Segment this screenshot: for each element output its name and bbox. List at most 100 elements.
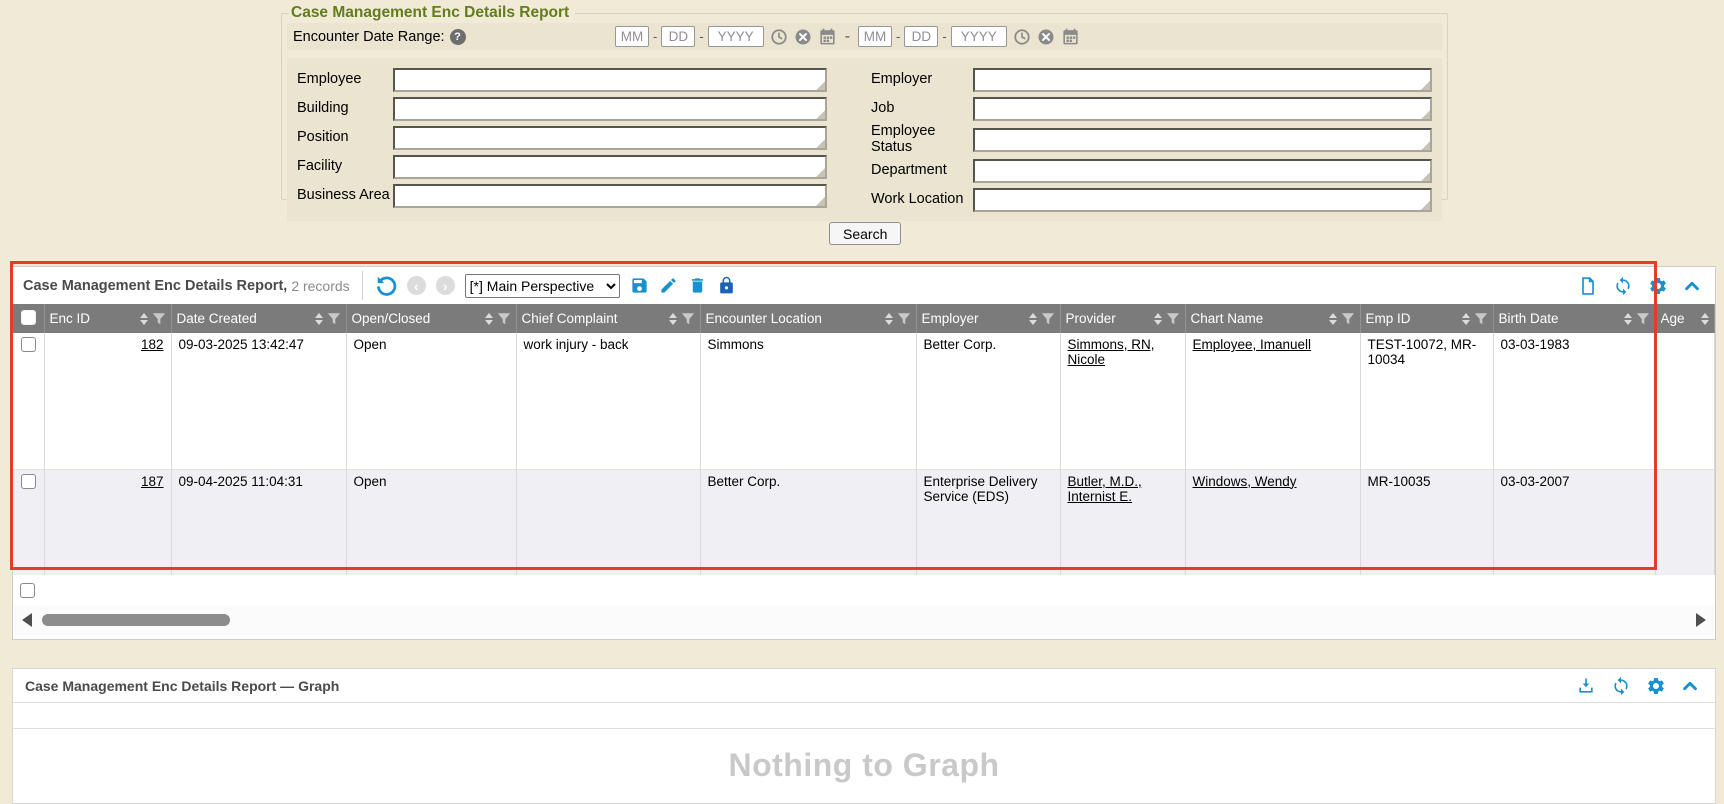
horizontal-scrollbar[interactable]: [13, 605, 1715, 635]
column-header-provider[interactable]: Provider: [1060, 304, 1185, 333]
time-picker-icon[interactable]: [770, 28, 788, 46]
provider-link[interactable]: Simmons, RN, Nicole: [1068, 337, 1155, 367]
sort-icon[interactable]: [885, 313, 893, 325]
employer-cell: Better Corp.: [916, 333, 1060, 469]
next-record-icon[interactable]: ›: [436, 276, 455, 295]
encounter-location-cell: Simmons: [700, 333, 916, 469]
prev-record-icon[interactable]: ‹: [407, 276, 426, 295]
column-header-enc-id[interactable]: Enc ID: [44, 304, 171, 333]
perspective-select[interactable]: [*] Main Perspective: [465, 274, 620, 298]
column-header-chart-name[interactable]: Chart Name: [1185, 304, 1360, 333]
date-from-year-input[interactable]: [708, 26, 764, 47]
edit-perspective-icon[interactable]: [659, 276, 678, 295]
department-field[interactable]: [975, 161, 1430, 181]
employee-status-field[interactable]: [975, 130, 1430, 150]
filter-funnel-icon[interactable]: [1166, 312, 1180, 325]
building-field[interactable]: [395, 99, 825, 119]
collapse-panel-icon[interactable]: [1683, 277, 1701, 295]
export-report-icon[interactable]: [1578, 276, 1598, 296]
row-checkbox[interactable]: [21, 474, 36, 489]
job-label: Job: [871, 101, 973, 117]
sort-icon[interactable]: [1462, 313, 1470, 325]
time-picker-icon[interactable]: [1013, 28, 1031, 46]
filter-funnel-icon[interactable]: [152, 312, 166, 325]
employer-field[interactable]: [975, 70, 1430, 90]
column-header-encounter-location[interactable]: Encounter Location: [700, 304, 916, 333]
column-header-emp-id[interactable]: Emp ID: [1360, 304, 1493, 333]
results-panel-header: Case Management Enc Details Report, 2 re…: [13, 267, 1715, 304]
filter-funnel-icon[interactable]: [681, 312, 695, 325]
sort-icon[interactable]: [1624, 313, 1632, 325]
date-from-day-input[interactable]: [661, 26, 695, 47]
sort-icon[interactable]: [1029, 313, 1037, 325]
department-label: Department: [871, 163, 973, 179]
employee-field-box: [393, 68, 827, 92]
lock-icon[interactable]: [717, 276, 736, 295]
sort-icon[interactable]: [669, 313, 677, 325]
business-area-field[interactable]: [395, 186, 825, 206]
sort-icon[interactable]: [315, 313, 323, 325]
clear-date-icon[interactable]: [1037, 28, 1055, 46]
date-to-year-input[interactable]: [951, 26, 1007, 47]
date-from-month-input[interactable]: [615, 26, 649, 47]
graph-settings-gear-icon[interactable]: [1646, 676, 1666, 696]
column-header-chief-complaint[interactable]: Chief Complaint: [516, 304, 700, 333]
employee-field[interactable]: [395, 70, 825, 90]
column-header-birth-date[interactable]: Birth Date: [1493, 304, 1655, 333]
filter-funnel-icon[interactable]: [1341, 312, 1355, 325]
work-location-field[interactable]: [975, 190, 1430, 210]
filter-funnel-icon[interactable]: [497, 312, 511, 325]
clear-date-icon[interactable]: [794, 28, 812, 46]
refresh-graph-icon[interactable]: [1611, 676, 1631, 696]
filter-funnel-icon[interactable]: [897, 312, 911, 325]
sort-icon[interactable]: [140, 313, 148, 325]
sort-icon[interactable]: [1701, 313, 1709, 325]
table-row: 187 09-04-2025 11:04:31 Open Better Corp…: [13, 469, 1715, 575]
sort-icon[interactable]: [1154, 313, 1162, 325]
column-header-open-closed[interactable]: Open/Closed: [346, 304, 516, 333]
results-header-row: Enc ID Date Created Open/Closed Chief Co…: [13, 304, 1715, 333]
filter-funnel-icon[interactable]: [1474, 312, 1488, 325]
sort-icon[interactable]: [1329, 313, 1337, 325]
filter-form-title: Case Management Enc Details Report: [289, 4, 575, 22]
position-field[interactable]: [395, 128, 825, 148]
filter-funnel-icon[interactable]: [1636, 312, 1650, 325]
scrollbar-thumb[interactable]: [42, 614, 230, 626]
calendar-icon[interactable]: [818, 27, 837, 46]
download-graph-icon[interactable]: [1576, 676, 1596, 696]
settings-gear-icon[interactable]: [1648, 276, 1668, 296]
delete-perspective-icon[interactable]: [688, 276, 707, 295]
calendar-icon[interactable]: [1061, 27, 1080, 46]
record-count: 2 records: [291, 278, 349, 294]
sort-icon[interactable]: [485, 313, 493, 325]
collapse-graph-panel-icon[interactable]: [1681, 677, 1699, 695]
footer-checkbox[interactable]: [20, 583, 35, 598]
job-field-box: [973, 97, 1432, 121]
scroll-right-icon[interactable]: [1696, 613, 1706, 627]
help-icon[interactable]: ?: [450, 29, 466, 45]
job-field[interactable]: [975, 99, 1430, 119]
filter-funnel-icon[interactable]: [1041, 312, 1055, 325]
employer-cell: Enterprise Delivery Service (EDS): [916, 469, 1060, 575]
search-button[interactable]: Search: [829, 222, 901, 245]
column-header-employer[interactable]: Employer: [916, 304, 1060, 333]
column-header-age[interactable]: Age: [1655, 304, 1715, 333]
select-all-checkbox[interactable]: [21, 310, 36, 325]
chart-name-link[interactable]: Employee, Imanuell: [1193, 337, 1312, 352]
row-checkbox[interactable]: [21, 337, 36, 352]
provider-link[interactable]: Butler, M.D., Internist E.: [1068, 474, 1142, 504]
column-header-date-created[interactable]: Date Created: [171, 304, 346, 333]
refresh-icon[interactable]: [1613, 276, 1633, 296]
enc-id-link[interactable]: 187: [141, 474, 164, 489]
work-location-field-box: [973, 188, 1432, 212]
date-to-month-input[interactable]: [858, 26, 892, 47]
date-to-day-input[interactable]: [904, 26, 938, 47]
filter-fields: Employee Building Position Facility Busi…: [287, 58, 1442, 221]
save-perspective-icon[interactable]: [630, 276, 649, 295]
enc-id-link[interactable]: 182: [141, 337, 164, 352]
facility-field[interactable]: [395, 157, 825, 177]
scroll-left-icon[interactable]: [22, 613, 32, 627]
filter-funnel-icon[interactable]: [327, 312, 341, 325]
undo-icon[interactable]: [375, 275, 397, 297]
chart-name-link[interactable]: Windows, Wendy: [1193, 474, 1297, 489]
